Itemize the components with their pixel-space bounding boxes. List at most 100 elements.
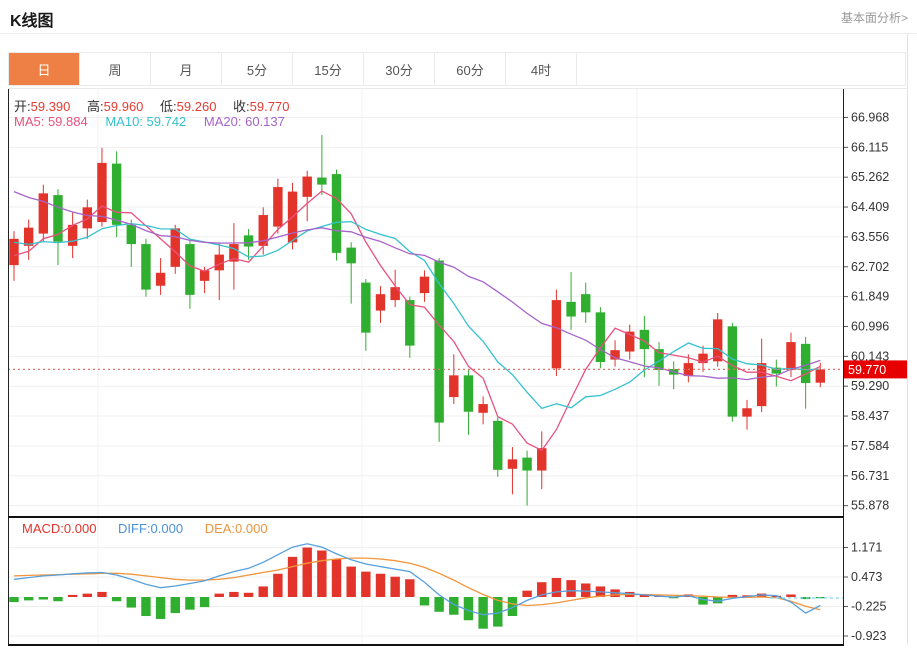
panel-divider (8, 516, 844, 518)
tab-day[interactable]: 日 (9, 53, 80, 85)
tab-m15[interactable]: 15分 (293, 53, 364, 85)
macd-histogram-bar (53, 597, 63, 602)
macd-histogram-bar (551, 577, 562, 597)
macd-axis-label: 1.171 (851, 541, 882, 555)
macd-histogram-bar (566, 580, 576, 597)
tab-m5[interactable]: 5分 (222, 53, 293, 85)
price-axis-label: 58.437 (851, 409, 889, 423)
macd-histogram-bar (97, 591, 107, 597)
ma-readout: MA5: 59.884 MA10: 59.742 MA20: 60.137 (14, 114, 285, 129)
candle-body (126, 224, 136, 245)
close-value: 59.770 (249, 99, 290, 114)
macd-axis-label: 0.473 (851, 570, 882, 584)
macd-histogram-bar (214, 593, 224, 597)
candle-body (199, 270, 210, 281)
open-label: 开: (14, 99, 31, 114)
candle-body (478, 404, 488, 413)
tab-m60[interactable]: 60分 (435, 53, 506, 85)
price-axis-label: 55.878 (851, 499, 889, 513)
candle-body (419, 276, 430, 294)
interval-tabs: 日周月 5分 15分 30分 60分 4时 (8, 52, 906, 86)
candle-body (727, 326, 738, 417)
candle-body (463, 375, 474, 412)
macd-histogram-bar (331, 558, 342, 597)
candle-body (537, 448, 547, 471)
ma5-value: MA5: 59.884 (14, 114, 88, 129)
tab-month[interactable]: 月 (151, 53, 222, 85)
candle-body (595, 312, 606, 363)
candle-body (551, 300, 562, 369)
macd-histogram-bar (522, 590, 532, 597)
macd-histogram-bar (581, 583, 591, 597)
candle-body (493, 420, 503, 470)
macd-histogram-bar (478, 597, 488, 629)
candle-body (405, 300, 415, 346)
price-axis-label: 65.262 (851, 170, 889, 184)
candle-body (97, 162, 107, 223)
low-value: 59.260 (176, 99, 217, 114)
ma20-value: MA20: 60.137 (203, 114, 285, 129)
fundamental-analysis-link[interactable]: 基本面分析> (841, 9, 908, 26)
candle-body (317, 177, 327, 185)
macd-histogram-bar (82, 593, 92, 597)
diff-value: DIFF:0.000 (118, 521, 184, 536)
candle-body (522, 457, 532, 471)
close-label: 收: (233, 99, 250, 114)
macd-histogram-bar (23, 597, 34, 601)
price-axis-label: 66.968 (851, 110, 889, 124)
candle-body (331, 174, 342, 253)
price-axis-label: 59.290 (851, 379, 889, 393)
low-label: 低: (160, 99, 177, 114)
macd-histogram-bar (155, 597, 166, 619)
candle-body (82, 207, 92, 229)
macd-histogram-bar (126, 597, 136, 608)
ma10-line (13, 220, 821, 410)
page-title: K线图 (10, 13, 54, 30)
tab-week[interactable]: 周 (80, 53, 151, 85)
macd-histogram-bar (361, 571, 371, 597)
macd-histogram-bar (243, 592, 254, 597)
macd-histogram-bar (786, 594, 796, 597)
price-axis-label: 63.556 (851, 230, 889, 244)
macd-histogram-bar (111, 597, 122, 602)
price-axis-label: 61.849 (851, 290, 889, 304)
macd-histogram-bar (287, 556, 298, 597)
macd-histogram-bar (405, 579, 415, 597)
candle-body (581, 294, 591, 313)
macd-layer (9, 543, 825, 629)
price-axis-label: 62.702 (851, 260, 889, 274)
macd-histogram-bar (67, 594, 78, 597)
macd-histogram-bar (170, 597, 180, 614)
chart-bottom-border (8, 644, 844, 646)
candle-body (170, 228, 180, 267)
dea-value: DEA:0.000 (204, 521, 268, 536)
macd-histogram-bar (419, 597, 430, 606)
candle-body (185, 244, 195, 295)
macd-histogram-bar (302, 547, 312, 597)
price-axis-label: 56.731 (851, 469, 889, 483)
candle-body (375, 294, 386, 311)
macd-histogram-bar (258, 586, 268, 597)
macd-histogram-bar (346, 566, 356, 597)
macd-axis-label: -0.923 (851, 629, 886, 643)
candle-body (786, 342, 796, 371)
macd-histogram-bar (38, 597, 49, 600)
candles-layer (9, 134, 825, 506)
candle-body (566, 301, 576, 317)
candle-body (800, 343, 811, 384)
tab-h4[interactable]: 4时 (506, 53, 577, 85)
price-axis-label: 57.584 (851, 439, 889, 453)
macd-histogram-bar (229, 591, 239, 597)
candle-body (361, 282, 371, 333)
candle-body (507, 459, 518, 469)
candle-body (38, 193, 49, 234)
ma10-value: MA10: 59.742 (105, 114, 187, 129)
candle-body (155, 272, 166, 286)
candle-body (742, 408, 752, 417)
tab-m30[interactable]: 30分 (364, 53, 435, 85)
candle-body (449, 375, 459, 398)
price-axis-label: 60.996 (851, 319, 889, 333)
ma20-line (13, 190, 821, 381)
macd-histogram-bar (185, 597, 195, 610)
high-label: 高: (87, 99, 104, 114)
